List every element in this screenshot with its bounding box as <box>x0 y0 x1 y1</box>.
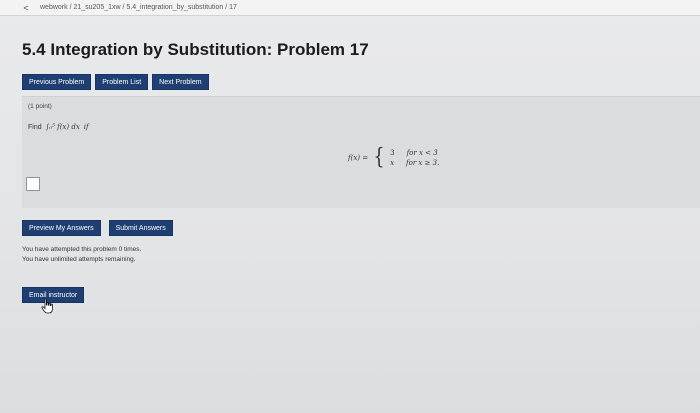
breadcrumb-path[interactable]: webwork / 21_su205_1xw / 5.4_integration… <box>40 4 237 11</box>
integral-expression: ∫₀⁵ f(x) dx <box>45 123 80 131</box>
answer-input[interactable] <box>26 177 40 191</box>
preview-answers-button[interactable]: Preview My Answers <box>22 220 101 236</box>
piecewise-function: f(x) = { 3 for x < 3 x for x ≥ 3. <box>348 147 439 169</box>
answer-actions: Preview My Answers Submit Answers <box>22 220 173 236</box>
hand-cursor-icon <box>41 298 53 314</box>
case-row: x for x ≥ 3. <box>390 159 439 167</box>
problem-nav: Previous Problem Problem List Next Probl… <box>22 74 209 90</box>
problem-body: (1 point) Find ∫₀⁵ f(x) dx if f(x) = { 3… <box>22 96 700 208</box>
attempts-made: You have attempted this problem 0 times. <box>22 246 142 253</box>
case-expression: x <box>390 159 395 167</box>
case-expression: 3 <box>390 149 395 157</box>
left-brace-icon: { <box>373 145 385 170</box>
case-condition: for x ≥ 3. <box>406 159 440 167</box>
problem-points: (1 point) <box>28 103 52 110</box>
function-lhs: f(x) = <box>348 154 369 162</box>
problem-statement: Find ∫₀⁵ f(x) dx if <box>28 123 89 131</box>
back-arrow-icon[interactable]: < <box>20 2 32 14</box>
page-title: 5.4 Integration by Substitution: Problem… <box>22 40 369 59</box>
breadcrumb: < webwork / 21_su205_1xw / 5.4_integrati… <box>0 0 700 16</box>
submit-answers-button[interactable]: Submit Answers <box>108 220 173 236</box>
case-row: 3 for x < 3 <box>390 149 439 157</box>
function-cases: 3 for x < 3 x for x ≥ 3. <box>390 149 439 167</box>
previous-problem-button[interactable]: Previous Problem <box>22 74 92 90</box>
if-label: if <box>83 123 89 131</box>
attempts-remaining: You have unlimited attempts remaining. <box>22 256 136 263</box>
attempt-info: You have attempted this problem 0 times.… <box>22 245 141 265</box>
find-label: Find <box>28 123 42 131</box>
case-condition: for x < 3 <box>406 149 438 157</box>
next-problem-button[interactable]: Next Problem <box>152 74 209 90</box>
problem-list-button[interactable]: Problem List <box>95 74 149 90</box>
